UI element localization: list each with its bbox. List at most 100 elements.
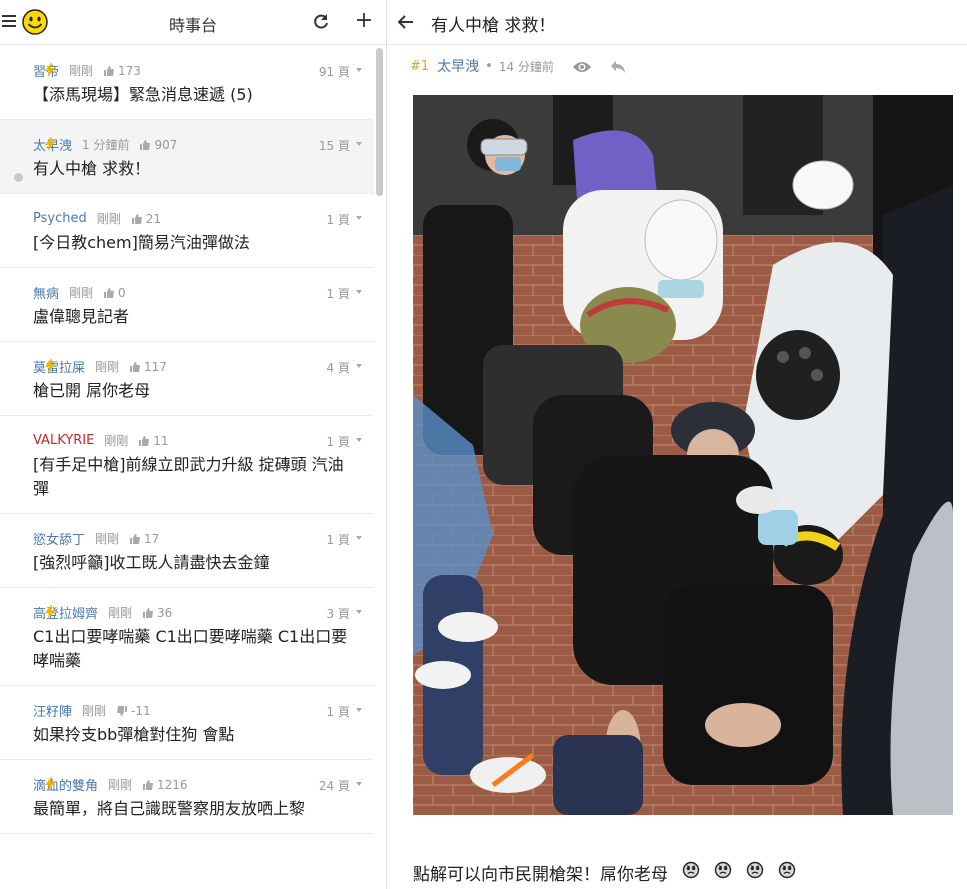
thread-view-pane: 有人中槍 求救！ #1 太早洩 • 14 分鐘前 點解可以向市民開槍架！屌你老母 [388, 0, 967, 889]
thread-item[interactable]: 汪籽陣 剛剛 -11 1 頁 如果拎支bb彈槍對住狗 會點 [0, 686, 374, 760]
thread-item[interactable]: VALKYRIE 剛剛 11 1 頁 [有手足中槍]前線立即武力升級 掟磚頭 汽… [0, 416, 374, 514]
thumbs-up-icon [139, 435, 150, 446]
thread-author[interactable]: 無病 [33, 283, 59, 302]
thumbs-up-icon [130, 361, 141, 372]
thread-pages[interactable]: 4 頁 [327, 359, 350, 376]
thread-time: 剛剛 [95, 532, 120, 546]
reply-icon[interactable] [610, 59, 626, 75]
thread-time: 剛剛 [104, 434, 129, 448]
page-dropdown-caret-icon[interactable] [356, 610, 362, 614]
thread-item[interactable]: 莫雷拉屎 剛剛 117 4 頁 槍已開 屌你老母 [0, 342, 374, 416]
thread-item[interactable]: 慾女舔丁 剛剛 17 1 頁 [強烈呼籲]收工既人請盡快去金鐘 [0, 514, 374, 588]
page-dropdown-caret-icon[interactable] [356, 290, 362, 294]
thread-item[interactable]: Psyched 剛剛 21 1 頁 [今日教chem]簡易汽油彈做法 [0, 194, 374, 268]
thread-pages[interactable]: 15 頁 [319, 137, 350, 154]
thread-title: 有人中槍 求救！ [431, 16, 556, 36]
hot-bolt-icon [45, 63, 55, 77]
thread-meta: 高登拉姆齊 剛剛 36 3 頁 [33, 588, 374, 622]
thread-title-text[interactable]: 有人中槍 求救！ [33, 153, 374, 193]
thread-item[interactable]: 無病 剛剛 0 1 頁 盧偉聰見記者 [0, 268, 374, 342]
thread-likes: 173 [118, 63, 141, 78]
thread-pages[interactable]: 1 頁 [327, 531, 350, 548]
refresh-icon[interactable] [311, 12, 331, 32]
page-dropdown-caret-icon[interactable] [356, 708, 362, 712]
thread-title-text[interactable]: [今日教chem]簡易汽油彈做法 [33, 227, 374, 267]
post-number[interactable]: #1 [410, 59, 429, 74]
thread-header: 有人中槍 求救！ [388, 0, 967, 45]
board-header: 時事台 + [0, 0, 386, 45]
thumbs-up-icon [131, 213, 142, 224]
thread-likes: 907 [154, 137, 178, 152]
page-dropdown-caret-icon[interactable] [356, 216, 362, 220]
thumbs-up-icon [104, 65, 115, 76]
thread-title-text[interactable]: 槍已開 屌你老母 [33, 375, 374, 415]
thread-title-text[interactable]: 最簡單，將自己識既警察朋友放哂上黎 [33, 793, 374, 833]
page-dropdown-caret-icon[interactable] [356, 782, 362, 786]
angry-face-icon [682, 861, 700, 879]
thread-item[interactable]: 高登拉姆齊 剛剛 36 3 頁 C1出口要哮喘藥 C1出口要哮喘藥 C1出口要哮… [0, 588, 374, 686]
thread-item[interactable]: 習帝 剛剛 173 91 頁 【添馬現場】緊急消息速遞 (5) [0, 46, 374, 120]
thread-pages[interactable]: 24 頁 [319, 777, 350, 794]
thread-title-text[interactable]: [有手足中槍]前線立即武力升級 掟磚頭 汽油彈 [33, 449, 374, 513]
thread-meta: 太早洩 1 分鐘前 907 15 頁 [33, 120, 374, 154]
thread-title-text[interactable]: [強烈呼籲]收工既人請盡快去金鐘 [33, 547, 374, 587]
thread-likes: 11 [153, 433, 169, 448]
thread-author[interactable]: 莫雷拉屎 [33, 357, 85, 376]
app-window: 時事台 + 習帝 剛剛 173 91 頁 【添馬現場】緊急消息速遞 (5) 太早… [0, 0, 967, 889]
post-photo[interactable] [413, 95, 953, 815]
scrollbar[interactable] [376, 46, 383, 889]
thread-time: 剛剛 [96, 212, 121, 226]
thread-author[interactable]: 滴血的雙角 [33, 775, 98, 794]
thread-item[interactable]: 太早洩 1 分鐘前 907 15 頁 有人中槍 求救！ [0, 120, 374, 194]
thread-title-text[interactable]: 盧偉聰見記者 [33, 301, 374, 341]
thread-title-text[interactable]: C1出口要哮喘藥 C1出口要哮喘藥 C1出口要哮喘藥 [33, 621, 374, 685]
thread-pages[interactable]: 1 頁 [327, 285, 350, 302]
thread-author[interactable]: 慾女舔丁 [33, 529, 85, 548]
thread-pages[interactable]: 1 頁 [327, 433, 350, 450]
page-dropdown-caret-icon[interactable] [356, 364, 362, 368]
menu-icon[interactable] [2, 15, 16, 27]
page-dropdown-caret-icon[interactable] [356, 68, 362, 72]
new-thread-plus-icon[interactable]: + [354, 10, 374, 32]
thread-meta: 汪籽陣 剛剛 -11 1 頁 [33, 686, 374, 720]
thread-author[interactable]: Psyched [33, 211, 87, 226]
thumbs-up-icon [143, 779, 154, 790]
smiley-logo-icon[interactable] [22, 9, 48, 35]
scrollbar-thumb[interactable] [376, 48, 383, 196]
hot-bolt-icon [45, 137, 55, 151]
thread-likes: -11 [131, 703, 151, 718]
thread-author[interactable]: 高登拉姆齊 [33, 603, 98, 622]
thread-likes: 1216 [157, 777, 188, 792]
back-arrow-icon[interactable] [397, 13, 415, 31]
thumbs-up-icon [130, 533, 141, 544]
post-author[interactable]: 太早洩 [437, 56, 479, 76]
thread-meta: 滴血的雙角 剛剛 1216 24 頁 [33, 760, 374, 794]
thread-meta: 慾女舔丁 剛剛 17 1 頁 [33, 514, 374, 548]
page-dropdown-caret-icon[interactable] [356, 536, 362, 540]
thread-author[interactable]: 汪籽陣 [33, 701, 72, 720]
eye-icon[interactable] [572, 60, 592, 74]
thread-pages[interactable]: 1 頁 [327, 211, 350, 228]
page-dropdown-caret-icon[interactable] [356, 142, 362, 146]
thread-pages[interactable]: 91 頁 [319, 63, 350, 80]
page-dropdown-caret-icon[interactable] [356, 438, 362, 442]
thread-list-pane: 時事台 + 習帝 剛剛 173 91 頁 【添馬現場】緊急消息速遞 (5) 太早… [0, 0, 387, 889]
hot-bolt-icon [45, 605, 55, 619]
thread-title-text[interactable]: 如果拎支bb彈槍對住狗 會點 [33, 719, 374, 759]
angry-face-icon [778, 861, 796, 879]
thread-list: 習帝 剛剛 173 91 頁 【添馬現場】緊急消息速遞 (5) 太早洩 1 分鐘… [0, 46, 374, 834]
thread-item[interactable]: 滴血的雙角 剛剛 1216 24 頁 最簡單，將自己識既警察朋友放哂上黎 [0, 760, 374, 834]
thread-time: 剛剛 [69, 64, 94, 78]
thread-meta: 無病 剛剛 0 1 頁 [33, 268, 374, 302]
thread-pages[interactable]: 3 頁 [327, 605, 350, 622]
hot-bolt-icon [45, 359, 55, 373]
thread-title-text[interactable]: 【添馬現場】緊急消息速遞 (5) [33, 79, 374, 119]
thread-time: 1 分鐘前 [82, 138, 130, 152]
thread-meta: 莫雷拉屎 剛剛 117 4 頁 [33, 342, 374, 376]
thread-meta: 習帝 剛剛 173 91 頁 [33, 46, 374, 80]
thumbs-up-icon [104, 287, 115, 298]
thumbs-up-icon [143, 607, 154, 618]
thread-likes: 36 [157, 605, 173, 620]
thread-pages[interactable]: 1 頁 [327, 703, 350, 720]
thread-author[interactable]: VALKYRIE [33, 433, 94, 448]
